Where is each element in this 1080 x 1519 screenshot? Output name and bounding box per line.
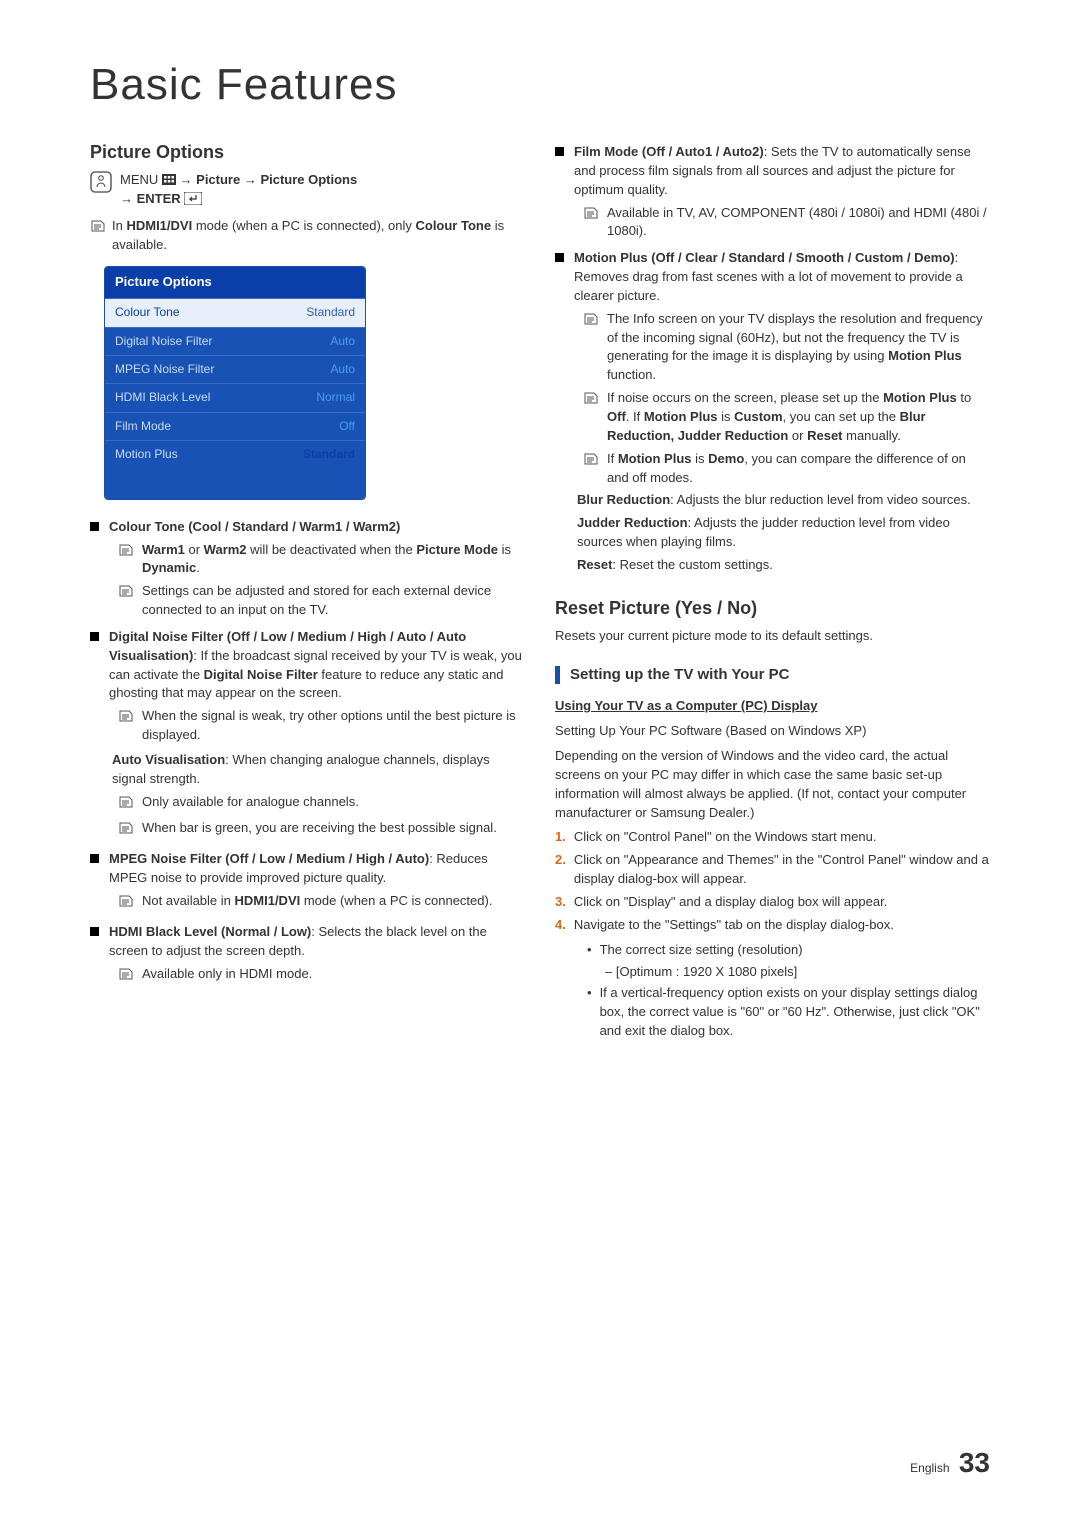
heading-reset-picture: Reset Picture (Yes / No) (555, 595, 990, 621)
sub-bullet: •The correct size setting (resolution) (587, 941, 990, 960)
note-line: When bar is green, you are receiving the… (118, 819, 525, 842)
note-line: If Motion Plus is Demo, you can compare … (583, 450, 990, 488)
menu-path: MENU → Picture → Picture Options → ENTER (90, 171, 525, 209)
note-line: Only available for analogue channels. (118, 793, 525, 816)
pc-line2: Depending on the version of Windows and … (555, 747, 990, 822)
section-title: Setting up the TV with Your PC (570, 664, 789, 686)
note-icon (118, 794, 134, 816)
page-title: Basic Features (90, 60, 990, 110)
manual-page: Basic Features Picture Options MENU → Pi… (0, 0, 1080, 1519)
square-bullet-icon (90, 927, 99, 936)
subsection-heading: Setting up the TV with Your PC (555, 664, 990, 686)
note-icon (583, 390, 599, 446)
left-column: Picture Options MENU → Picture → Picture… (90, 135, 525, 1045)
feature-item: MPEG Noise Filter (Off / Low / Medium / … (90, 850, 525, 888)
osd-header: Picture Options (105, 267, 365, 298)
content-columns: Picture Options MENU → Picture → Picture… (90, 135, 990, 1045)
note-icon (118, 542, 134, 579)
pc-line1: Setting Up Your PC Software (Based on Wi… (555, 722, 990, 741)
feature-item: Film Mode (Off / Auto1 / Auto2): Sets th… (555, 143, 990, 200)
note-icon (583, 311, 599, 385)
square-bullet-icon (555, 147, 564, 156)
step-item: 3.Click on "Display" and a display dialo… (555, 893, 990, 912)
feature-item: Digital Noise Filter (Off / Low / Medium… (90, 628, 525, 703)
section-marker (555, 666, 560, 684)
sub-feature: Blur Reduction: Adjusts the blur reducti… (577, 491, 990, 510)
step-item: 4.Navigate to the "Settings" tab on the … (555, 916, 990, 935)
osd-row: Motion PlusStandard (105, 440, 365, 468)
note-icon (118, 820, 134, 842)
remote-menu-icon (90, 171, 112, 199)
pc-display-subheading: Using Your TV as a Computer (PC) Display (555, 697, 990, 716)
sub-feature: Reset: Reset the custom settings. (577, 556, 990, 575)
square-bullet-icon (90, 854, 99, 863)
footer-lang: English (910, 1461, 949, 1475)
note-icon (583, 205, 599, 242)
square-bullet-icon (90, 632, 99, 641)
step4-sublist: •The correct size setting (resolution) – … (587, 941, 990, 1041)
enter-icon (184, 192, 202, 205)
menu-path-text: MENU → Picture → Picture Options → ENTER (120, 171, 357, 209)
note-icon (118, 966, 134, 988)
section-heading-picture-options: Picture Options (90, 139, 525, 165)
note-icon (118, 583, 134, 620)
intro-note-text: In HDMI1/DVI mode (when a PC is connecte… (112, 217, 525, 255)
reset-text: Resets your current picture mode to its … (555, 627, 990, 646)
step-item: 2.Click on "Appearance and Themes" in th… (555, 851, 990, 889)
note-line: Available only in HDMI mode. (118, 965, 525, 988)
note-icon (583, 451, 599, 488)
note-icon (90, 218, 106, 240)
pc-steps-list: 1.Click on "Control Panel" on the Window… (555, 828, 990, 934)
step-item: 1.Click on "Control Panel" on the Window… (555, 828, 990, 847)
note-line: If noise occurs on the screen, please se… (583, 389, 990, 446)
right-column: Film Mode (Off / Auto1 / Auto2): Sets th… (555, 135, 990, 1045)
intro-note: In HDMI1/DVI mode (when a PC is connecte… (90, 217, 525, 255)
note-line: When the signal is weak, try other optio… (118, 707, 525, 745)
note-icon (118, 708, 134, 745)
menu-grid-icon (162, 174, 176, 185)
sub-bullet: •If a vertical-frequency option exists o… (587, 984, 990, 1041)
osd-padding (105, 469, 365, 499)
page-footer: English 33 (910, 1447, 990, 1479)
note-line: Available in TV, AV, COMPONENT (480i / 1… (583, 204, 990, 242)
sub-feature: Auto Visualisation: When changing analog… (112, 751, 525, 789)
note-icon (118, 893, 134, 915)
note-line: Warm1 or Warm2 will be deactivated when … (118, 541, 525, 579)
osd-row: Film ModeOff (105, 412, 365, 440)
page-number: 33 (959, 1447, 990, 1478)
feature-item: Colour Tone (Cool / Standard / Warm1 / W… (90, 518, 525, 537)
feature-item: HDMI Black Level (Normal / Low): Selects… (90, 923, 525, 961)
note-line: Settings can be adjusted and stored for … (118, 582, 525, 620)
note-line: Not available in HDMI1/DVI mode (when a … (118, 892, 525, 915)
sub-feature: Judder Reduction: Adjusts the judder red… (577, 514, 990, 552)
osd-row: HDMI Black LevelNormal (105, 383, 365, 411)
dash-line: – [Optimum : 1920 X 1080 pixels] (587, 963, 990, 982)
osd-picture-options: Picture Options Colour ToneStandardDigit… (104, 266, 366, 499)
osd-row: Colour ToneStandard (105, 298, 365, 326)
osd-row: MPEG Noise FilterAuto (105, 355, 365, 383)
note-line: The Info screen on your TV displays the … (583, 310, 990, 385)
square-bullet-icon (90, 522, 99, 531)
osd-row: Digital Noise FilterAuto (105, 327, 365, 355)
square-bullet-icon (555, 253, 564, 262)
feature-item: Motion Plus (Off / Clear / Standard / Sm… (555, 249, 990, 306)
